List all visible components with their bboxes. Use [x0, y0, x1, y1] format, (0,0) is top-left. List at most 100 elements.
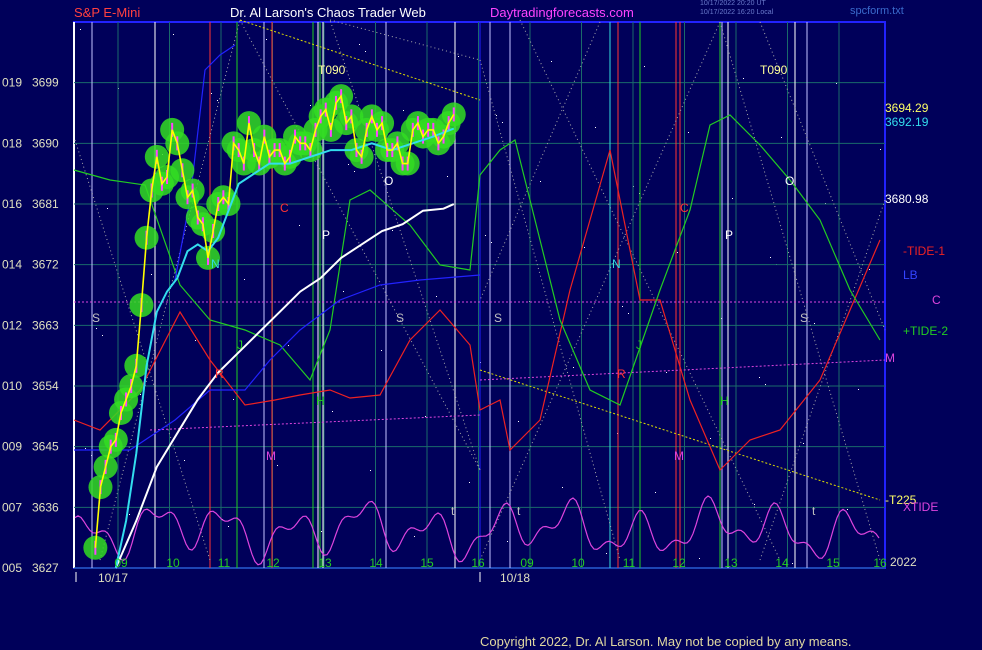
background-star [858, 389, 859, 390]
event-marker: T090 [760, 63, 788, 77]
background-star [458, 56, 459, 57]
background-star [655, 492, 656, 493]
event-marker: M [266, 449, 276, 463]
y-tick-price: 3690 [32, 136, 59, 150]
background-star [343, 291, 344, 292]
event-marker: t [517, 504, 521, 518]
background-star [595, 127, 596, 128]
y-tick-left: 018 [2, 136, 22, 150]
x-tick-hour: 11 [623, 556, 636, 570]
background-star [759, 377, 760, 378]
y-tick-price: 3636 [32, 500, 59, 514]
x-tick-hour: 11 [218, 556, 231, 570]
y-tick-left: 010 [2, 379, 22, 393]
background-star [173, 34, 174, 35]
background-star [129, 514, 130, 515]
background-star [354, 171, 355, 172]
x-tick-hour: 13 [318, 556, 332, 570]
legend-label: LB [903, 268, 918, 282]
background-star [688, 132, 689, 133]
xtide-oscillator [74, 495, 880, 566]
x-tick-hour: 14 [369, 556, 383, 570]
background-star [96, 328, 97, 329]
y-tick-price: 3627 [32, 561, 59, 575]
x-tick-hour: 12 [266, 556, 280, 570]
x-tick-hour: 15 [420, 556, 434, 570]
background-star [710, 438, 711, 439]
background-star [485, 235, 486, 236]
background-star [677, 252, 678, 253]
value-label-white-ma: 3680.98 [885, 192, 929, 206]
y-tick-price: 3645 [32, 440, 59, 454]
background-star [217, 100, 218, 101]
x-tick-hour: 16 [873, 556, 887, 570]
x-tick-hour: 15 [826, 556, 840, 570]
event-marker: C [280, 201, 289, 215]
background-star [628, 313, 629, 314]
legend-label: M [885, 351, 895, 365]
background-star [211, 93, 212, 94]
y-tick-price: 3654 [32, 379, 59, 393]
background-star [403, 110, 404, 111]
background-star [847, 509, 848, 510]
background-star [414, 536, 415, 537]
background-star [425, 416, 426, 417]
y-tick-left: 012 [2, 318, 22, 332]
x-tick-hour: 09 [114, 556, 128, 570]
event-marker: H [316, 394, 325, 408]
background-star [365, 51, 366, 52]
background-star [732, 198, 733, 199]
event-marker: R [617, 367, 626, 381]
background-star [359, 44, 360, 45]
event-marker: O [384, 174, 393, 188]
background-star [288, 345, 289, 346]
event-marker: R [215, 367, 224, 381]
event-marker: J [636, 338, 642, 352]
y-tick-price: 3699 [32, 76, 59, 90]
site-url[interactable]: Daytradingforecasts.com [490, 5, 634, 20]
background-star [792, 563, 793, 564]
y-tick-price: 3663 [32, 318, 59, 332]
y-tick-price: 3672 [32, 258, 59, 272]
background-star [814, 323, 815, 324]
x-tick-hour: 14 [775, 556, 789, 570]
value-label-cyan-ma: 3692.19 [885, 115, 929, 129]
legend-label: -TIDE-1 [903, 244, 945, 258]
timestamp-ut: 10/17/2022 20:20 UT [700, 0, 766, 7]
helix-line [479, 59, 621, 561]
background-star [770, 257, 771, 258]
x-tick-hour: 09 [520, 556, 534, 570]
background-star [518, 421, 519, 422]
site-title: Dr. Al Larson's Chaos Trader Web [230, 5, 426, 20]
event-marker: H [720, 394, 729, 408]
event-marker: S [494, 311, 502, 325]
background-star [381, 350, 382, 351]
x-tick-hour: 10 [571, 556, 585, 570]
x-date-label: 10/17 [98, 571, 128, 585]
background-star [184, 460, 185, 461]
y-tick-left: 019 [2, 76, 22, 90]
background-star [80, 29, 81, 30]
background-star [743, 78, 744, 79]
y-tick-left: 016 [2, 197, 22, 211]
helix-line [329, 19, 481, 471]
file-name: spcform.txt [850, 5, 904, 17]
background-star [299, 225, 300, 226]
event-marker: t [812, 504, 816, 518]
background-star [321, 531, 322, 532]
y-tick-left: 009 [2, 440, 22, 454]
magenta-level [149, 414, 481, 431]
background-star [469, 482, 470, 483]
event-marker: S [92, 311, 100, 325]
background-star [507, 541, 508, 542]
background-star [781, 137, 782, 138]
legend-label: +TIDE-2 [903, 324, 948, 338]
background-star [233, 399, 234, 400]
background-star [666, 372, 667, 373]
background-star [392, 230, 393, 231]
helix-line [519, 19, 781, 561]
background-star [85, 448, 86, 449]
background-star [699, 558, 700, 559]
background-star [447, 176, 448, 177]
y-tick-left: 007 [2, 500, 22, 514]
